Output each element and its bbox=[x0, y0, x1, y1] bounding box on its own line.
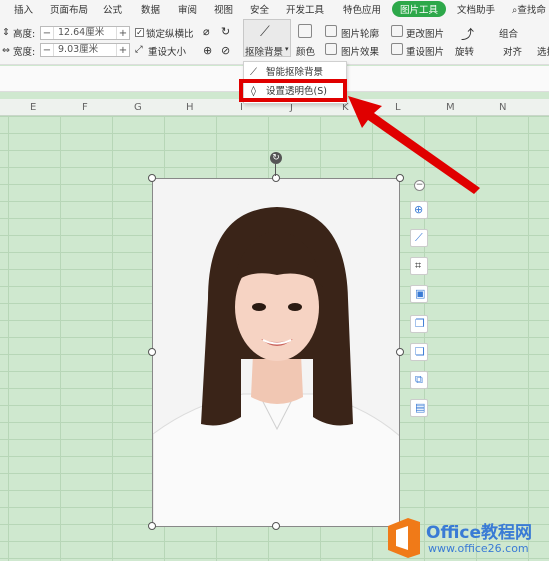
reset-picture-button[interactable]: 重设图片 bbox=[406, 44, 444, 58]
height-label: 高度: bbox=[13, 29, 36, 40]
copy-icon: ❐ bbox=[415, 317, 425, 330]
resize-handle-right[interactable] bbox=[396, 348, 404, 356]
change-picture-icon bbox=[391, 25, 403, 37]
width-label: 宽度: bbox=[13, 47, 36, 58]
select-button[interactable]: 选择 bbox=[537, 44, 549, 58]
resize-handle-top-left[interactable] bbox=[148, 174, 156, 182]
crop-tool-icon: ⌗ bbox=[415, 259, 422, 272]
split-icon: ⧉ bbox=[415, 373, 423, 386]
width-decrease-button[interactable]: − bbox=[41, 45, 53, 56]
menu-view[interactable]: 视图 bbox=[214, 2, 233, 16]
width-value[interactable]: 9.03厘米 bbox=[53, 44, 117, 56]
reset-picture-icon bbox=[391, 43, 403, 55]
height-icon: ⇕ bbox=[2, 27, 10, 38]
lock-ratio-checkbox[interactable]: ✓ bbox=[135, 28, 144, 37]
rotate-small-icon[interactable]: ↻ bbox=[221, 25, 230, 38]
outline-button[interactable]: 图片轮廓 bbox=[341, 26, 379, 40]
search-command[interactable]: ⌕查找命 bbox=[512, 2, 546, 16]
remove-bg-tool[interactable]: ⟋ bbox=[410, 229, 428, 247]
chevron-down-icon: ▾ bbox=[285, 45, 289, 53]
remove-background-label: 抠除背景 bbox=[245, 47, 284, 58]
height-decrease-button[interactable]: − bbox=[41, 28, 53, 39]
outline-icon bbox=[325, 25, 337, 37]
resize-handle-top-right[interactable] bbox=[396, 174, 404, 182]
group-button[interactable]: 组合 bbox=[499, 26, 518, 40]
color-button[interactable]: 颜色 bbox=[296, 44, 315, 58]
reset-size-button[interactable]: 重设大小 bbox=[148, 44, 186, 58]
flip-icon[interactable]: ⊘ bbox=[221, 44, 230, 57]
zoom-icon: ⊕ bbox=[414, 203, 424, 216]
rotate-handle-icon[interactable]: ↻ bbox=[270, 152, 282, 164]
color-icon[interactable] bbox=[298, 24, 312, 38]
portrait-photo[interactable] bbox=[152, 178, 400, 527]
office26-logo: Office教程网 www.office26.com bbox=[384, 514, 549, 561]
image-tool[interactable]: ▤ bbox=[410, 399, 428, 417]
menu-page-layout[interactable]: 页面布局 bbox=[50, 2, 88, 16]
crop-icon[interactable]: ⌀ bbox=[203, 25, 210, 38]
compress-icon[interactable]: ⊕ bbox=[203, 44, 212, 57]
logo-url: www.office26.com bbox=[428, 542, 529, 555]
resize-handle-bottom[interactable] bbox=[272, 522, 280, 530]
menu-bar: 插入 页面布局 公式 数据 审阅 视图 安全 开发工具 特色应用 图片工具 文档… bbox=[0, 0, 549, 17]
column-n[interactable]: N bbox=[499, 102, 506, 113]
layer-icon: ❏ bbox=[415, 345, 425, 358]
width-icon: ⇔ bbox=[2, 45, 10, 56]
effects-icon bbox=[325, 43, 337, 55]
menu-security[interactable]: 安全 bbox=[250, 2, 269, 16]
remove-background-button[interactable]: ⟋ 抠除背景 ▾ bbox=[243, 19, 291, 58]
column-f[interactable]: F bbox=[82, 102, 88, 113]
width-field[interactable]: − 9.03厘米 + bbox=[40, 43, 130, 57]
resize-handle-left[interactable] bbox=[148, 348, 156, 356]
resize-handle-bottom-left[interactable] bbox=[148, 522, 156, 530]
menu-picture-tools[interactable]: 图片工具 bbox=[392, 1, 447, 17]
remove-background-icon: ⟋ bbox=[260, 24, 270, 40]
zoom-in-tool[interactable]: ⊕ bbox=[410, 201, 428, 219]
column-e[interactable]: E bbox=[30, 102, 36, 113]
split-tool[interactable]: ⧉ bbox=[410, 371, 428, 389]
rotate-button[interactable]: 旋转 bbox=[455, 44, 474, 58]
rotate-icon: ⤴ bbox=[461, 28, 475, 43]
office-logo-icon bbox=[388, 518, 420, 558]
effects-button[interactable]: 图片效果 bbox=[341, 44, 379, 58]
column-g[interactable]: G bbox=[134, 102, 142, 113]
lock-ratio-label: 锁定纵横比 bbox=[146, 29, 194, 40]
layer-tool[interactable]: ❏ bbox=[410, 343, 428, 361]
height-increase-button[interactable]: + bbox=[117, 28, 129, 39]
menu-doc-assistant[interactable]: 文档助手 bbox=[457, 2, 495, 16]
height-field[interactable]: − 12.64厘米 + bbox=[40, 26, 130, 40]
frame-icon: ▣ bbox=[415, 287, 426, 300]
menu-developer[interactable]: 开发工具 bbox=[286, 2, 324, 16]
height-value[interactable]: 12.64厘米 bbox=[53, 27, 117, 39]
width-increase-button[interactable]: + bbox=[117, 45, 129, 56]
menu-special[interactable]: 特色应用 bbox=[343, 2, 381, 16]
menu-insert[interactable]: 插入 bbox=[14, 2, 33, 16]
menu-formula[interactable]: 公式 bbox=[103, 2, 122, 16]
collapse-icon[interactable]: − bbox=[414, 180, 425, 191]
highlight-box bbox=[239, 79, 347, 102]
menu-review[interactable]: 审阅 bbox=[178, 2, 197, 16]
copy-tool[interactable]: ❐ bbox=[410, 315, 428, 333]
resize-handle-top[interactable] bbox=[272, 174, 280, 182]
remove-bg-icon: ⟋ bbox=[415, 231, 423, 244]
frame-tool[interactable]: ▣ bbox=[410, 285, 428, 303]
crop-tool[interactable]: ⌗ bbox=[410, 257, 428, 275]
menu-data[interactable]: 数据 bbox=[141, 2, 160, 16]
image-icon: ▤ bbox=[415, 401, 426, 414]
logo-brand: Office教程网 bbox=[426, 523, 533, 543]
align-button[interactable]: 对齐 bbox=[503, 44, 522, 58]
rotate-handle-stem bbox=[275, 164, 276, 176]
column-h[interactable]: H bbox=[186, 102, 194, 113]
reset-size-icon: ⤢ bbox=[135, 44, 143, 55]
change-picture-button[interactable]: 更改图片 bbox=[406, 26, 444, 40]
